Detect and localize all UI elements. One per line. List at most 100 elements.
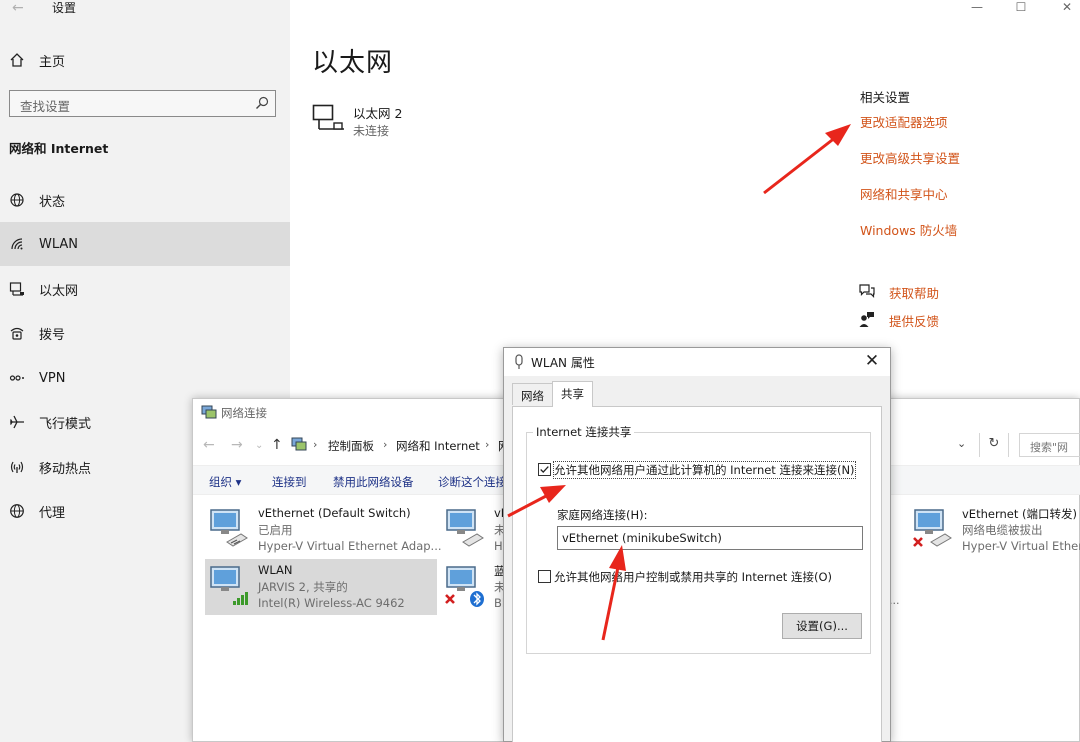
- adapter-partial-1[interactable]: vE 未 Hy: [441, 502, 509, 558]
- dialog-title: WLAN 属性: [531, 356, 595, 370]
- ethernet-name: 以太网 2: [353, 106, 403, 121]
- adapter-status: 已启用: [258, 523, 293, 537]
- nav-vpn-label: VPN: [39, 370, 66, 386]
- wireless-adapter-icon: [210, 566, 248, 605]
- proxy-globe-icon: [10, 504, 24, 518]
- link-network-sharing-center[interactable]: 网络和共享中心: [860, 184, 948, 203]
- minimize-button[interactable]: —: [970, 0, 984, 14]
- nav-wlan-label: WLAN: [39, 236, 79, 252]
- adapter-wlan[interactable]: WLAN JARVIS 2, 共享的 Intel(R) Wireless-AC …: [205, 559, 437, 615]
- nav-wlan[interactable]: WLAN: [0, 222, 290, 266]
- link-advanced-sharing[interactable]: 更改高级共享设置: [860, 148, 960, 167]
- wifi-icon: [11, 238, 23, 250]
- disable-device-button[interactable]: 禁用此网络设备: [333, 474, 414, 490]
- wlan-properties-dialog: WLAN 属性 ✕ 网络 共享 Internet 连接共享 允许其他网络用户通过…: [503, 347, 891, 742]
- chat-help-icon: [859, 284, 875, 298]
- breadcrumb-network-internet[interactable]: 网络和 Internet: [396, 438, 480, 454]
- airplane-icon: [9, 415, 24, 429]
- breadcrumb-control-panel[interactable]: 控制面板: [328, 438, 374, 454]
- ethernet-icon: [9, 282, 24, 296]
- forward-arrow[interactable]: →: [231, 437, 243, 453]
- back-arrow[interactable]: ←: [203, 437, 215, 453]
- ethernet-adapter-icon: [446, 509, 484, 547]
- control-panel-icon: [291, 437, 307, 451]
- window-controls: — ☐ ✕: [930, 0, 1080, 16]
- adapter-name: vEthernet (端口转发): [962, 507, 1077, 521]
- feedback-person-icon: [859, 312, 874, 327]
- nav-dialup[interactable]: 拨号: [0, 311, 290, 355]
- home-icon: [10, 53, 24, 67]
- adapter-name: WLAN: [258, 563, 293, 577]
- ethernet-adapter-disconnected-icon: [913, 509, 952, 547]
- history-dropdown[interactable]: ⌄: [255, 440, 263, 451]
- allow-sharing-checkbox[interactable]: [538, 463, 551, 476]
- tab-networking[interactable]: 网络: [512, 383, 553, 405]
- connect-to-button[interactable]: 连接到: [272, 474, 307, 490]
- adapter-default-switch[interactable]: vEthernet (Default Switch) 已启用 Hyper-V V…: [205, 502, 442, 558]
- search-icon[interactable]: [255, 96, 269, 110]
- link-windows-firewall[interactable]: Windows 防火墙: [860, 220, 957, 239]
- dialog-titlebar: WLAN 属性 ✕: [504, 348, 890, 376]
- ethernet-adapter-icon: [210, 509, 248, 547]
- settings-search-input[interactable]: 查找设置: [9, 90, 276, 117]
- bluetooth-adapter-icon: [445, 566, 484, 607]
- nav-status-label: 状态: [39, 194, 66, 210]
- nav-ethernet[interactable]: 以太网: [0, 267, 290, 311]
- adapter-bluetooth[interactable]: 蓝 未 Bl: [441, 559, 506, 615]
- network-connections-icon: [201, 405, 217, 419]
- nav-airplane-label: 飞行模式: [39, 416, 92, 432]
- settings-window-title: 设置: [52, 1, 77, 15]
- netconn-title: 网络连接: [221, 406, 267, 420]
- adapter-status: JARVIS 2, 共享的: [258, 580, 348, 594]
- hotspot-icon: [10, 461, 24, 473]
- ethernet-entry[interactable]: 以太网 2 未连接: [312, 102, 512, 142]
- nav-dialup-label: 拨号: [39, 327, 66, 343]
- allow-control-checkbox[interactable]: [538, 570, 551, 583]
- get-help-label: 获取帮助: [889, 286, 940, 301]
- nav-home-label: 主页: [39, 54, 66, 70]
- back-button[interactable]: ←: [12, 0, 28, 16]
- nav-status[interactable]: 状态: [0, 178, 290, 222]
- vpn-icon: [9, 375, 24, 381]
- adapter-status: 网络电缆被拔出: [962, 523, 1043, 537]
- organize-menu[interactable]: 组织 ▾: [209, 474, 241, 490]
- adapter-port-forward[interactable]: vEthernet (端口转发) 网络电缆被拔出 Hyper-V Virtual…: [909, 502, 1080, 558]
- sharing-settings-button[interactable]: 设置(G)...: [782, 613, 862, 639]
- category-heading: 网络和 Internet: [9, 141, 109, 156]
- page-title: 以太网: [312, 48, 394, 78]
- nav-proxy-label: 代理: [39, 505, 66, 521]
- breadcrumb-separator: ›: [313, 438, 318, 451]
- adapter-name: vEthernet (Default Switch): [258, 506, 411, 520]
- home-network-field[interactable]: vEthernet (minikubeSwitch): [557, 526, 863, 550]
- address-dropdown-icon[interactable]: ⌄: [957, 437, 966, 450]
- dialog-close-button[interactable]: ✕: [860, 350, 884, 372]
- dialup-icon: [10, 327, 24, 340]
- ethernet-status: 未连接: [353, 124, 390, 138]
- refresh-button[interactable]: ↻: [979, 433, 1009, 457]
- up-arrow[interactable]: ↑: [271, 437, 283, 453]
- allow-sharing-label: 允许其他网络用户通过此计算机的 Internet 连接来连接(N): [553, 461, 856, 479]
- related-settings-title: 相关设置: [860, 90, 911, 105]
- close-button[interactable]: ✕: [1060, 0, 1074, 14]
- allow-control-label: 允许其他网络用户控制或禁用共享的 Internet 连接(O): [554, 570, 832, 584]
- nav-home[interactable]: 主页: [0, 38, 290, 82]
- search-network-input[interactable]: 搜索"网: [1019, 433, 1080, 457]
- adapter-properties-icon: [515, 354, 523, 369]
- arrow-to-adapter-options: [763, 124, 851, 195]
- internet-connection-sharing-group: Internet 连接共享 允许其他网络用户通过此计算机的 Internet 连…: [526, 424, 871, 654]
- feedback-label: 提供反馈: [889, 314, 940, 329]
- diagnose-connection-button[interactable]: 诊断这个连接: [438, 474, 507, 490]
- maximize-button[interactable]: ☐: [1014, 0, 1028, 14]
- nav-hotspot-label: 移动热点: [39, 461, 92, 477]
- home-network-label: 家庭网络连接(H):: [557, 508, 648, 522]
- nav-vpn[interactable]: VPN: [0, 356, 290, 400]
- tab-sharing[interactable]: 共享: [552, 381, 593, 407]
- adapter-device: Intel(R) Wireless-AC 9462: [258, 596, 405, 610]
- breadcrumb-separator: ›: [383, 438, 388, 451]
- link-change-adapter-options[interactable]: 更改适配器选项: [860, 112, 948, 131]
- search-placeholder: 查找设置: [20, 99, 71, 114]
- sharing-tab-panel: Internet 连接共享 允许其他网络用户通过此计算机的 Internet 连…: [512, 406, 882, 742]
- address-right-controls: ⌄ ↻ 搜索"网: [881, 433, 1080, 457]
- group-title: Internet 连接共享: [533, 424, 635, 440]
- adapter-device: Hyper-V Virtual Ethernet Adap...: [258, 539, 442, 553]
